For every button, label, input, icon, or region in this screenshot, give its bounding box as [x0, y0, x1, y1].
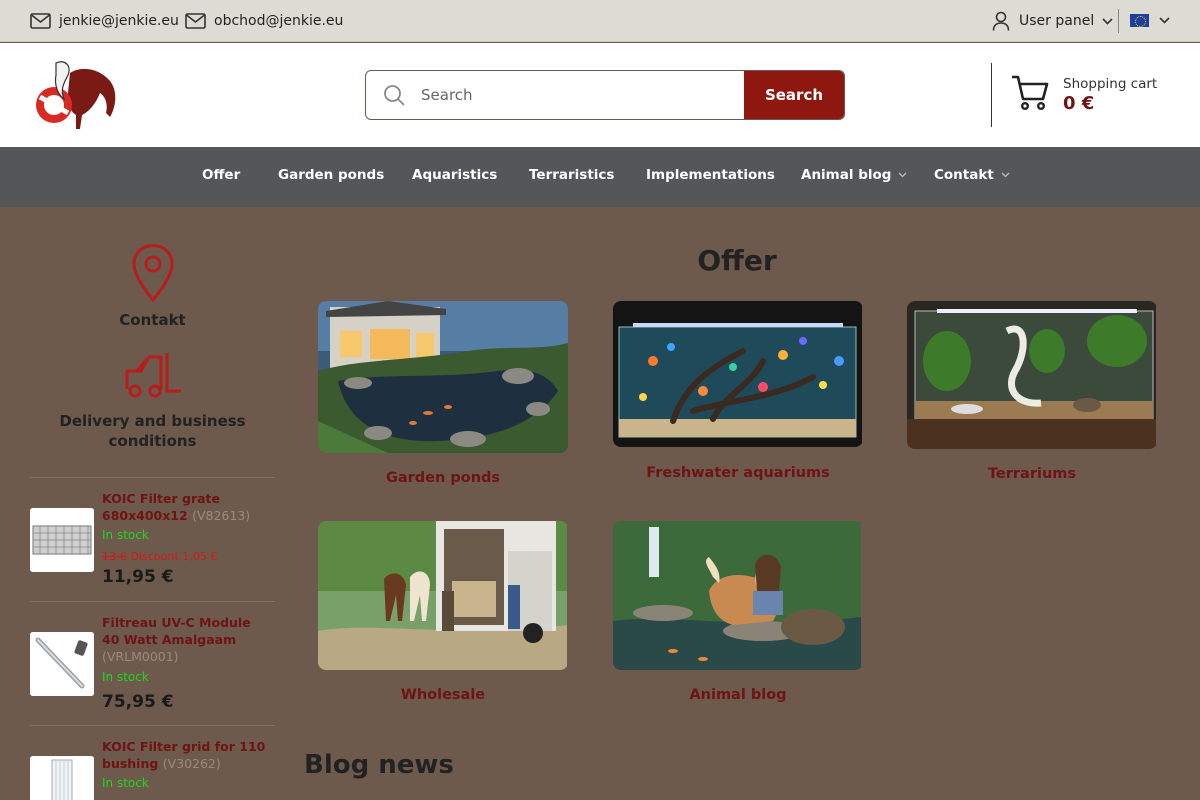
product-thumbnail[interactable]	[30, 508, 94, 572]
sidebar-product[interactable]: Filtreau UV-C Module 40 Watt Amalgaam (V…	[30, 601, 275, 725]
nav-item-label: Offer	[202, 167, 241, 183]
search-bar: Search	[365, 70, 845, 120]
category-image[interactable]	[907, 301, 1157, 449]
category-image[interactable]	[613, 301, 863, 447]
sidebar-product[interactable]: KOIC Filter grate 680x400x12 (V82613) In…	[30, 477, 275, 601]
nav-item-label: Garden ponds	[278, 167, 385, 183]
chevron-down-icon	[1102, 17, 1113, 25]
product-price: 11,95 €	[102, 567, 174, 587]
category-caption[interactable]: Animal blog	[613, 687, 863, 703]
chevron-down-icon	[1001, 172, 1010, 178]
product-name[interactable]: KOIC Filter grid for 110 bushing (V30262…	[102, 738, 267, 772]
main-navigation: Offer Garden ponds Aquaristics Terrarist…	[0, 147, 1200, 207]
chevron-down-icon	[898, 172, 907, 178]
blog-news-heading: Blog news	[304, 750, 454, 780]
search-input[interactable]	[421, 71, 741, 119]
nav-item-label: Animal blog	[801, 167, 892, 183]
location-pin-icon[interactable]	[130, 243, 176, 303]
stock-status: In stock	[102, 776, 149, 790]
cart-label[interactable]: Shopping cart	[1063, 76, 1157, 92]
delivery-conditions-link[interactable]: Delivery and business conditions	[50, 411, 255, 451]
category-caption[interactable]: Wholesale	[318, 687, 568, 703]
email-text: obchod@jenkie.eu	[214, 13, 344, 29]
mail-icon	[30, 13, 51, 29]
category-image[interactable]	[318, 301, 568, 453]
nav-item-contakt[interactable]: Contakt	[934, 167, 1010, 183]
discount-info: 13 € Discount 1,05 €	[102, 550, 218, 563]
top-bar: jenkie@jenkie.eu obchod@jenkie.eu User p…	[0, 0, 1200, 42]
product-name[interactable]: Filtreau UV-C Module 40 Watt Amalgaam (V…	[102, 614, 267, 665]
user-panel-dropdown[interactable]: User panel	[992, 10, 1113, 32]
divider	[1118, 9, 1119, 33]
email-link-shop[interactable]: obchod@jenkie.eu	[185, 11, 343, 31]
product-name[interactable]: KOIC Filter grate 680x400x12 (V82613)	[102, 490, 267, 524]
nav-item-garden-ponds[interactable]: Garden ponds	[278, 167, 384, 183]
contact-link[interactable]: Contakt	[30, 311, 275, 329]
nav-item-label: Aquaristics	[412, 167, 498, 183]
nav-item-terraristics[interactable]: Terraristics	[529, 167, 614, 183]
category-image[interactable]	[613, 521, 863, 670]
sidebar-product[interactable]: KOIC Filter grid for 110 bushing (V30262…	[30, 725, 275, 800]
nav-item-animal-blog[interactable]: Animal blog	[801, 167, 907, 183]
cart-total[interactable]: 0 €	[1063, 93, 1094, 114]
category-caption[interactable]: Terrariums	[907, 466, 1157, 482]
divider	[991, 63, 992, 127]
category-image[interactable]	[318, 521, 568, 670]
email-link-info[interactable]: jenkie@jenkie.eu	[30, 11, 179, 31]
language-selector[interactable]	[1130, 14, 1170, 27]
stock-status: In stock	[102, 528, 149, 542]
product-price: 75,95 €	[102, 692, 174, 712]
user-panel-label: User panel	[1019, 13, 1095, 29]
product-thumbnail[interactable]	[30, 632, 94, 696]
mail-icon	[185, 13, 206, 29]
stock-status: In stock	[102, 670, 149, 684]
header: Search Shopping cart 0 €	[0, 43, 1200, 147]
nav-item-label: Implementations	[646, 167, 775, 183]
nav-item-aquaristics[interactable]: Aquaristics	[412, 167, 497, 183]
product-thumbnail[interactable]	[30, 756, 94, 800]
nav-item-implementations[interactable]: Implementations	[646, 167, 775, 183]
user-icon	[992, 11, 1010, 31]
chevron-down-icon	[1159, 17, 1170, 24]
nav-item-label: Terraristics	[529, 167, 615, 183]
site-logo[interactable]	[30, 55, 122, 135]
search-button[interactable]: Search	[744, 71, 844, 119]
category-caption[interactable]: Freshwater aquariums	[613, 465, 863, 481]
search-icon	[384, 85, 405, 106]
nav-item-offer[interactable]: Offer	[202, 167, 240, 183]
email-text: jenkie@jenkie.eu	[59, 13, 179, 29]
offer-heading: Offer	[697, 244, 777, 277]
nav-item-label: Contakt	[934, 167, 994, 183]
shopping-cart-icon[interactable]	[1011, 75, 1049, 111]
category-caption[interactable]: Garden ponds	[318, 470, 568, 486]
forklift-icon[interactable]	[123, 349, 183, 399]
eu-flag-icon	[1130, 14, 1149, 27]
